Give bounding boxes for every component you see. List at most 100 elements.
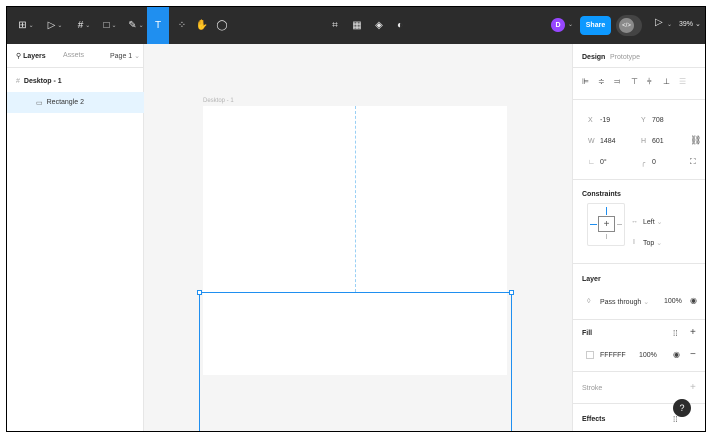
divider (573, 319, 705, 320)
chevron-down-icon: ⌄ (111, 23, 117, 29)
design-panel: Design Prototype ⊫ ≑ ⫤ ⊤ ⫩ ⊥ ☰ X -19 Y 7… (572, 44, 705, 431)
crop-icon: ⌗ (332, 20, 338, 31)
align-left-icon[interactable]: ⊫ (582, 78, 589, 86)
fill-hex-input[interactable]: FFFFFF (600, 352, 626, 359)
crop-button[interactable]: ⌗ (326, 7, 344, 44)
y-input[interactable]: 708 (652, 117, 664, 124)
hand-tool-button[interactable]: ✋ (193, 7, 211, 44)
eye-icon[interactable]: ◉ (673, 351, 680, 359)
text-tool-button[interactable]: T (147, 7, 169, 44)
rotation-input[interactable]: 0° (600, 159, 607, 166)
constraint-bottom-marker[interactable] (606, 234, 607, 239)
divider (573, 67, 705, 68)
layers-panel: ⚲ Layers Assets Page 1 ⌄ # Desktop - 1 ▭… (7, 44, 144, 431)
h-label: H (641, 138, 647, 145)
divider (573, 179, 705, 180)
frame-label[interactable]: Desktop - 1 (203, 98, 234, 104)
add-fill-icon[interactable]: + (690, 328, 696, 338)
layer-opacity-input[interactable]: 100% (664, 298, 682, 305)
chevron-down-icon: ⌄ (694, 21, 701, 28)
plus-icon: + (598, 216, 615, 232)
y-label: Y (641, 117, 646, 124)
align-center-h-icon[interactable]: ≑ (598, 78, 605, 86)
h-input[interactable]: 601 (652, 138, 664, 145)
chevron-down-icon: ⌄ (85, 23, 91, 29)
dev-mode-toggle[interactable]: </> (616, 15, 642, 36)
code-icon: </> (619, 18, 634, 33)
align-middle-v-icon[interactable]: ⫩ (647, 78, 652, 86)
play-icon[interactable]: ▷ (655, 17, 663, 28)
constrain-proportions-icon[interactable]: ⛓ (690, 136, 701, 145)
avatar[interactable]: D (551, 18, 565, 32)
constraint-top-marker[interactable] (606, 207, 607, 215)
chevron-down-icon: ⌄ (28, 23, 34, 29)
align-right-icon[interactable]: ⫤ (614, 78, 620, 86)
corner-radius-input[interactable]: 0 (652, 159, 656, 166)
chevron-down-icon: ⌄ (656, 240, 663, 247)
resources-button[interactable]: ⁘ (173, 7, 191, 44)
layout-grid-button[interactable]: ▦ (348, 7, 366, 44)
tab-assets[interactable]: Assets (63, 52, 84, 59)
mask-button[interactable]: ◐ (391, 7, 409, 44)
pen-icon: ✎ (128, 20, 137, 31)
canvas[interactable]: Desktop - 1 (145, 44, 572, 431)
vertical-constraint-select[interactable]: Top ⌄ (643, 239, 662, 247)
eye-icon[interactable]: ◉ (690, 297, 697, 305)
left-panel-tabs: ⚲ Layers Assets Page 1 ⌄ (7, 44, 144, 68)
constraint-right-marker[interactable] (617, 224, 622, 225)
resize-handle-top-right[interactable] (509, 290, 514, 295)
w-label: W (588, 138, 595, 145)
share-button[interactable]: Share (580, 16, 611, 35)
tab-design[interactable]: Design (582, 54, 605, 61)
add-stroke-icon[interactable]: + (690, 383, 696, 393)
text-icon: T (154, 20, 162, 31)
tab-layers[interactable]: ⚲ Layers (16, 52, 46, 60)
chevron-down-icon[interactable]: ⌄ (568, 21, 573, 28)
zoom-level[interactable]: 39% ⌄ (679, 20, 701, 28)
remove-fill-icon[interactable]: − (690, 350, 696, 360)
contrast-icon: ◐ (396, 20, 404, 31)
layer-row-rectangle[interactable]: ▭ Rectangle 2 (7, 92, 144, 113)
layer-row-frame[interactable]: # Desktop - 1 (7, 71, 144, 92)
comment-tool-button[interactable]: ◯ (213, 7, 231, 44)
fill-color-swatch[interactable] (586, 351, 594, 359)
align-bottom-icon[interactable]: ⊥ (663, 78, 670, 86)
resize-handle-top-left[interactable] (197, 290, 202, 295)
grid-icon: ▦ (352, 20, 362, 31)
x-input[interactable]: -19 (600, 117, 610, 124)
main-menu-button[interactable]: ⊞ ⌄ (15, 7, 37, 44)
pen-tool-button[interactable]: ✎ ⌄ (125, 7, 147, 44)
chevron-down-icon[interactable]: ⌄ (667, 21, 672, 28)
help-button[interactable]: ? (673, 399, 691, 417)
chevron-down-icon: ⌄ (643, 299, 650, 306)
move-icon: ▷ (47, 20, 56, 31)
constraints-widget[interactable]: + (587, 203, 625, 246)
selected-rectangle[interactable] (197, 290, 514, 431)
component-button[interactable]: ◈ (370, 7, 388, 44)
rectangle-icon: ▭ (36, 99, 43, 107)
w-input[interactable]: 1484 (600, 138, 616, 145)
shape-tool-button[interactable]: □ ⌄ (99, 7, 121, 44)
fill-opacity-input[interactable]: 100% (639, 352, 657, 359)
tab-prototype[interactable]: Prototype (610, 54, 640, 61)
distribute-icon[interactable]: ☰ (679, 78, 686, 86)
page-selector[interactable]: Page 1 ⌄ (110, 52, 140, 60)
styles-icon[interactable]: ⁞⁞ (673, 330, 677, 338)
horizontal-constraint-select[interactable]: Left ⌄ (643, 218, 663, 226)
corner-radius-icon: ╭ (641, 160, 646, 167)
chevron-down-icon: ⌄ (134, 53, 141, 60)
align-top-icon[interactable]: ⊤ (631, 78, 638, 86)
blend-mode-select[interactable]: Pass through ⌄ (600, 298, 649, 306)
resources-icon: ⁘ (177, 20, 187, 31)
center-guide-line (355, 106, 356, 292)
search-icon: ⚲ (16, 53, 22, 60)
chevron-down-icon: ⌄ (57, 23, 63, 29)
frame-tool-button[interactable]: # ⌄ (73, 7, 95, 44)
independent-corners-icon[interactable]: ⛶ (690, 158, 696, 166)
layer-name: Desktop - 1 (23, 78, 62, 85)
hand-icon: ✋ (195, 20, 209, 31)
move-tool-button[interactable]: ▷ ⌄ (44, 7, 66, 44)
constraint-left-marker[interactable] (590, 224, 597, 225)
styles-icon[interactable]: ⁞⁞ (673, 416, 677, 424)
horizontal-constraint-icon: ↔ (631, 218, 638, 225)
